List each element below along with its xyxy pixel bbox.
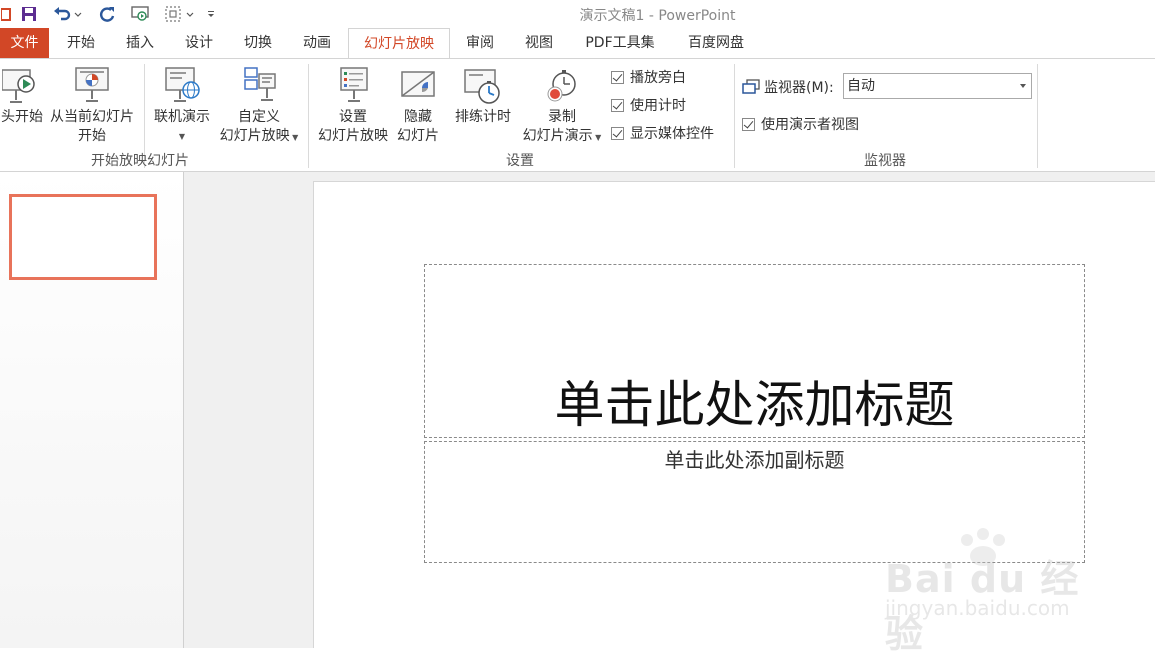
monitor-select[interactable]: 自动: [843, 73, 1032, 99]
from-beginning-button[interactable]: 头开始: [0, 66, 44, 127]
group-label-monitors: 监视器: [864, 153, 906, 169]
record-slideshow-icon: [547, 70, 576, 102]
custom-slideshow-dropdown-icon[interactable]: ▼: [290, 133, 298, 142]
presenter-view-checkbox[interactable]: 使用演示者视图: [742, 114, 859, 134]
monitor-icon: [742, 79, 760, 94]
tab-insert[interactable]: 插入: [114, 28, 166, 59]
from-current-slide-icon: [75, 67, 109, 102]
checkbox-checked[interactable]: [611, 98, 624, 112]
record-dropdown-icon[interactable]: ▼: [593, 133, 601, 142]
setup-slideshow-icon: [340, 67, 368, 102]
play-narrations-checkbox[interactable]: 播放旁白: [611, 67, 686, 87]
checkbox-checked[interactable]: [742, 117, 755, 131]
record-slideshow-label: 幻灯片演示: [522, 128, 593, 144]
hide-slide-icon: [401, 71, 435, 97]
present-online-icon: [165, 67, 200, 102]
record-slideshow-button[interactable]: 录制 幻灯片演示 ▼: [516, 66, 608, 147]
rehearse-timings-icon: [464, 69, 500, 104]
monitor-label: 监视器(M):: [742, 77, 834, 97]
group-separator: [308, 64, 309, 168]
ribbon-tabs: 文件 开始 插入 设计 切换 动画 幻灯片放映 审阅 视图 PDF工具集 百度网…: [0, 28, 1155, 59]
tab-animations[interactable]: 动画: [291, 28, 343, 59]
baidu-watermark: Bai du 经验 jingyan.baidu.com: [885, 528, 1100, 656]
from-current-slide-button[interactable]: 从当前幻灯片 开始: [46, 66, 138, 146]
checkbox-checked[interactable]: [611, 126, 624, 140]
group-separator: [734, 64, 735, 168]
title-placeholder-text: 单击此处添加标题: [554, 376, 955, 434]
quick-access-toolbar: 演示文稿1 - PowerPoint: [0, 0, 1155, 28]
tab-design[interactable]: 设计: [173, 28, 225, 59]
setup-slideshow-button[interactable]: 设置 幻灯片放映: [313, 66, 393, 146]
title-placeholder[interactable]: 单击此处添加标题: [424, 264, 1085, 438]
rehearse-timings-button[interactable]: 排练计时: [450, 66, 516, 127]
custom-slideshow-label: 幻灯片放映: [219, 128, 290, 144]
window-title: 演示文稿1 - PowerPoint: [579, 8, 736, 24]
tab-transitions[interactable]: 切换: [232, 28, 284, 59]
present-online-dropdown-icon[interactable]: ▼: [148, 127, 216, 146]
checkbox-checked[interactable]: [611, 70, 624, 84]
group-label-setup: 设置: [506, 153, 534, 169]
group-label-start-slideshow: 开始放映幻灯片: [91, 153, 189, 169]
tab-file[interactable]: 文件: [0, 28, 49, 59]
chevron-down-icon[interactable]: [1020, 84, 1026, 88]
custom-slideshow-button[interactable]: 自定义 幻灯片放映 ▼: [214, 66, 304, 147]
use-timings-checkbox[interactable]: 使用计时: [611, 95, 686, 115]
tab-view[interactable]: 视图: [513, 28, 565, 59]
show-media-controls-checkbox[interactable]: 显示媒体控件: [611, 123, 714, 143]
tab-review[interactable]: 审阅: [454, 28, 506, 59]
tab-slideshow[interactable]: 幻灯片放映: [348, 28, 450, 59]
subtitle-placeholder-text: 单击此处添加副标题: [664, 448, 845, 472]
tab-baidu-netdisk[interactable]: 百度网盘: [676, 28, 756, 59]
present-online-button[interactable]: 联机演示 ▼: [148, 66, 216, 146]
tab-pdf-tools[interactable]: PDF工具集: [574, 28, 666, 59]
tab-home[interactable]: 开始: [55, 28, 107, 59]
from-beginning-icon: [1, 69, 35, 103]
slide-thumbnail[interactable]: [9, 194, 157, 280]
hide-slide-button[interactable]: 隐藏 幻灯片: [394, 66, 442, 146]
group-separator: [1037, 64, 1038, 168]
custom-slideshow-icon: [244, 67, 276, 101]
watermark-url: jingyan.baidu.com: [885, 596, 1070, 620]
